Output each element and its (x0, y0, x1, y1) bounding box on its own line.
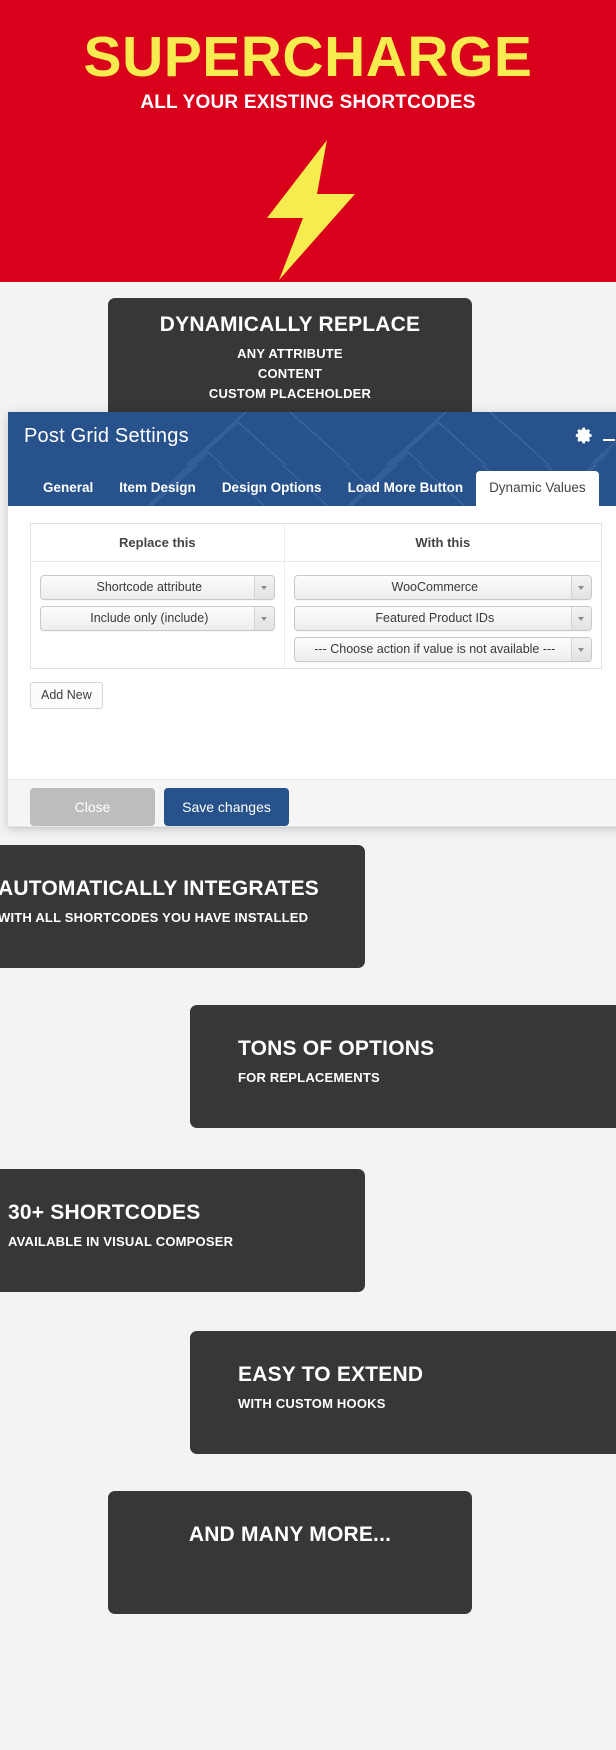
card-heading: AND MANY MORE... (188, 1523, 392, 1546)
card-dynamically-replace: DYNAMICALLY REPLACE ANY ATTRIBUTE CONTEN… (108, 298, 472, 418)
modal-title: Post Grid Settings (24, 425, 189, 447)
dynamic-values-table: Replace this With this Shortcode attribu… (30, 523, 602, 669)
card-30-shortcodes: 30+ SHORTCODES AVAILABLE IN VISUAL COMPO… (0, 1169, 365, 1292)
with-this-cell: WooCommerce Featured Product IDs --- Cho… (285, 562, 601, 668)
modal-body: Replace this With this Shortcode attribu… (8, 506, 616, 779)
promo-page: SUPERCHARGE ALL YOUR EXISTING SHORTCODES… (0, 0, 616, 1750)
card-line-2: CONTENT (257, 366, 323, 381)
column-header-replace-this: Replace this (31, 524, 285, 561)
add-new-button[interactable]: Add New (30, 682, 103, 709)
select-field-featured-product-ids[interactable]: Featured Product IDs (293, 606, 592, 631)
select-include-only-value: Include only (include) (90, 611, 209, 625)
card-subheading: WITH ALL SHORTCODES YOU HAVE INSTALLED (0, 910, 309, 925)
card-line-3: CUSTOM PLACEHOLDER (208, 386, 372, 401)
minimize-icon[interactable] (602, 426, 616, 445)
card-heading: 30+ SHORTCODES (8, 1201, 201, 1224)
hero-subtitle: ALL YOUR EXISTING SHORTCODES (140, 92, 476, 113)
table-body-row: Shortcode attribute Include only (includ… (31, 562, 601, 668)
card-line-1: ANY ATTRIBUTE (237, 346, 343, 361)
tab-load-more-button[interactable]: Load More Button (335, 480, 476, 506)
select-field-value: Featured Product IDs (375, 611, 495, 625)
card-easy-to-extend: EASY TO EXTEND WITH CUSTOM HOOKS (190, 1331, 616, 1454)
select-include-only[interactable]: Include only (include) (40, 606, 275, 631)
modal-footer: Close Save changes (8, 779, 616, 827)
replace-this-cell: Shortcode attribute Include only (includ… (31, 562, 285, 668)
hero-title: SUPERCHARGE (83, 25, 533, 89)
chevron-down-icon[interactable] (570, 638, 591, 661)
tab-dynamic-values[interactable]: Dynamic Values (476, 471, 599, 506)
table-header-row: Replace this With this (31, 524, 601, 562)
column-header-with-this: With this (415, 535, 471, 550)
select-source-woocommerce[interactable]: WooCommerce (293, 575, 592, 600)
lightning-bolt-icon (267, 140, 355, 280)
tab-general[interactable]: General (30, 480, 106, 506)
card-subheading: FOR REPLACEMENTS (238, 1070, 380, 1085)
chevron-down-icon[interactable] (570, 607, 591, 630)
hero-banner: SUPERCHARGE ALL YOUR EXISTING SHORTCODES (0, 0, 616, 282)
close-button[interactable]: Close (30, 788, 155, 826)
gear-icon[interactable] (575, 426, 594, 445)
card-heading: AUTOMATICALLY INTEGRATES (0, 877, 319, 900)
select-fallback-action[interactable]: --- Choose action if value is not availa… (293, 637, 592, 662)
chevron-down-icon[interactable] (570, 576, 591, 599)
modal-bottom-shadow (8, 826, 616, 829)
card-heading: TONS OF OPTIONS (238, 1037, 435, 1060)
chevron-down-icon[interactable] (253, 607, 274, 630)
tab-design-options[interactable]: Design Options (209, 480, 335, 506)
select-fallback-action-value: --- Choose action if value is not availa… (314, 642, 556, 656)
card-heading: DYNAMICALLY REPLACE (159, 313, 421, 336)
select-source-value: WooCommerce (391, 580, 479, 594)
card-and-many-more: AND MANY MORE... (108, 1491, 472, 1614)
select-shortcode-attribute-value: Shortcode attribute (96, 580, 203, 594)
card-heading: EASY TO EXTEND (238, 1363, 424, 1386)
card-tons-of-options: TONS OF OPTIONS FOR REPLACEMENTS (190, 1005, 616, 1128)
card-subheading: WITH CUSTOM HOOKS (238, 1396, 386, 1411)
modal-header: Post Grid Settings (8, 412, 616, 465)
card-subheading: AVAILABLE IN VISUAL COMPOSER (8, 1234, 234, 1249)
tab-item-design[interactable]: Item Design (106, 480, 209, 506)
select-shortcode-attribute[interactable]: Shortcode attribute (40, 575, 275, 600)
modal-tabs: General Item Design Design Options Load … (8, 465, 616, 506)
post-grid-settings-modal: Post Grid Settings General Item Design D… (8, 412, 616, 827)
modal-header-icons (575, 426, 616, 445)
chevron-down-icon[interactable] (253, 576, 274, 599)
card-automatically-integrates: AUTOMATICALLY INTEGRATES WITH ALL SHORTC… (0, 845, 365, 968)
save-changes-button[interactable]: Save changes (164, 788, 289, 826)
